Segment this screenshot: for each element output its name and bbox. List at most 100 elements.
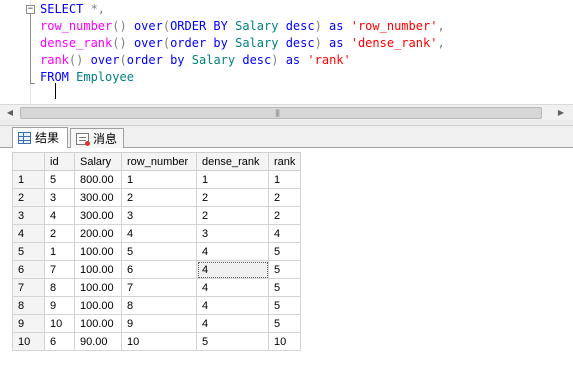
grid-cell[interactable]: 5 [44, 170, 75, 189]
grid-cell[interactable]: 1 [196, 170, 269, 189]
grid-cell[interactable]: 2 [268, 206, 301, 225]
grid-cell[interactable]: 5 [121, 242, 197, 261]
grid-cell[interactable]: 200.00 [74, 224, 122, 243]
grid-cell[interactable]: 100.00 [74, 278, 122, 297]
table-row[interactable]: 4 2 200.00 4 3 4 [12, 224, 301, 243]
table-row[interactable]: 10 6 90.00 10 5 10 [12, 332, 301, 351]
scrollbar-grip-icon: ||| [275, 109, 280, 117]
collapse-icon: − [27, 4, 34, 14]
grid-cell[interactable]: 800.00 [74, 170, 122, 189]
table-row[interactable]: 8 9 100.00 8 4 5 [12, 296, 301, 315]
grid-cell[interactable]: 4 [121, 224, 197, 243]
grid-cell[interactable]: 4 [268, 224, 301, 243]
row-number-cell[interactable]: 3 [12, 206, 45, 225]
grid-cell[interactable]: 4 [196, 278, 269, 297]
column-header-salary[interactable]: Salary [74, 152, 122, 171]
grid-cell[interactable]: 100.00 [74, 260, 122, 279]
code-line: dense_rank() over(order by Salary desc) … [40, 35, 445, 52]
sql-code[interactable]: SELECT *, row_number() over(ORDER BY Sala… [40, 1, 445, 86]
grid-cell[interactable]: 6 [44, 332, 75, 351]
grid-cell[interactable]: 3 [44, 188, 75, 207]
code-token: , [437, 36, 445, 50]
grid-icon [18, 132, 31, 144]
code-token: order by [170, 36, 236, 50]
code-token: row_number [40, 19, 113, 33]
grid-cell[interactable]: 4 [196, 260, 269, 279]
grid-cell[interactable]: 4 [44, 206, 75, 225]
grid-cell[interactable]: 4 [196, 242, 269, 261]
sql-editor[interactable]: − SELECT *, row_number() over(ORDER BY Sa… [0, 0, 573, 104]
grid-cell[interactable]: 5 [268, 314, 301, 333]
grid-cell[interactable]: 2 [196, 206, 269, 225]
code-token: desc [242, 53, 272, 67]
column-header-id[interactable]: id [44, 152, 75, 171]
grid-cell[interactable]: 7 [44, 260, 75, 279]
code-token: 'row_number' [350, 19, 438, 33]
grid-cell[interactable]: 1 [44, 242, 75, 261]
table-row[interactable]: 1 5 800.00 1 1 1 [12, 170, 301, 189]
row-number-cell[interactable]: 2 [12, 188, 45, 207]
grid-cell[interactable]: 6 [121, 260, 197, 279]
grid-cell[interactable]: 2 [44, 224, 75, 243]
grid-cell[interactable]: 9 [121, 314, 197, 333]
tab-results[interactable]: 结果 [12, 127, 68, 148]
table-row[interactable]: 5 1 100.00 5 4 5 [12, 242, 301, 261]
grid-cell[interactable]: 10 [121, 332, 197, 351]
grid-cell[interactable]: 4 [196, 314, 269, 333]
row-number-cell[interactable]: 9 [12, 314, 45, 333]
code-token: over [90, 53, 120, 67]
grid-cell[interactable]: 100.00 [74, 242, 122, 261]
grid-cell[interactable]: 5 [268, 242, 301, 261]
column-header-dense-rank[interactable]: dense_rank [196, 152, 269, 171]
grid-cell[interactable]: 4 [196, 296, 269, 315]
row-number-cell[interactable]: 10 [12, 332, 45, 351]
grid-cell[interactable]: 10 [44, 314, 75, 333]
row-number-cell[interactable]: 8 [12, 296, 45, 315]
grid-cell[interactable]: 5 [196, 332, 269, 351]
grid-cell[interactable]: 3 [196, 224, 269, 243]
grid-cell[interactable]: 2 [121, 188, 197, 207]
collapse-toggle[interactable]: − [26, 5, 35, 14]
grid-cell[interactable]: 1 [121, 170, 197, 189]
table-row[interactable]: 9 10 100.00 9 4 5 [12, 314, 301, 333]
grid-cell[interactable]: 9 [44, 296, 75, 315]
table-row[interactable]: 2 3 300.00 2 2 2 [12, 188, 301, 207]
grid-cell[interactable]: 5 [268, 296, 301, 315]
results-grid[interactable]: id Salary row_number dense_rank rank 158… [12, 152, 301, 351]
scroll-left-arrow-icon[interactable]: ◀ [2, 105, 18, 120]
tab-messages[interactable]: 消息 [70, 128, 124, 148]
code-token: ( [119, 53, 127, 67]
grid-cell[interactable]: 10 [268, 332, 301, 351]
editor-horizontal-scrollbar[interactable]: ◀ ||| ▶ [0, 104, 573, 120]
table-row[interactable]: 7 8 100.00 7 4 5 [12, 278, 301, 297]
grid-cell[interactable]: 100.00 [74, 314, 122, 333]
grid-cell[interactable]: 2 [196, 188, 269, 207]
scroll-right-arrow-icon[interactable]: ▶ [553, 105, 569, 120]
grid-cell[interactable]: 2 [268, 188, 301, 207]
column-header-rank[interactable]: rank [268, 152, 301, 171]
column-header-row-number[interactable]: row_number [121, 152, 197, 171]
grid-cell[interactable]: 100.00 [74, 296, 122, 315]
grid-cell[interactable]: 8 [121, 296, 197, 315]
table-row[interactable]: 3 4 300.00 3 2 2 [12, 206, 301, 225]
code-token: SELECT [40, 2, 91, 16]
row-number-cell[interactable]: 1 [12, 170, 45, 189]
table-row[interactable]: 6 7 100.00 6 4 5 [12, 260, 301, 279]
code-token: ) [271, 53, 286, 67]
scrollbar-thumb[interactable]: ||| [20, 107, 542, 119]
row-number-cell[interactable]: 7 [12, 278, 45, 297]
grid-cell[interactable]: 8 [44, 278, 75, 297]
grid-cell[interactable]: 300.00 [74, 188, 122, 207]
row-number-header[interactable] [12, 152, 45, 171]
grid-cell[interactable]: 5 [268, 278, 301, 297]
grid-cell[interactable]: 5 [268, 260, 301, 279]
row-number-cell[interactable]: 5 [12, 242, 45, 261]
grid-cell[interactable]: 7 [121, 278, 197, 297]
grid-cell[interactable]: 3 [121, 206, 197, 225]
code-token: *, [90, 2, 106, 16]
row-number-cell[interactable]: 4 [12, 224, 45, 243]
grid-cell[interactable]: 1 [268, 170, 301, 189]
grid-cell[interactable]: 300.00 [74, 206, 122, 225]
row-number-cell[interactable]: 6 [12, 260, 45, 279]
grid-cell[interactable]: 90.00 [74, 332, 122, 351]
